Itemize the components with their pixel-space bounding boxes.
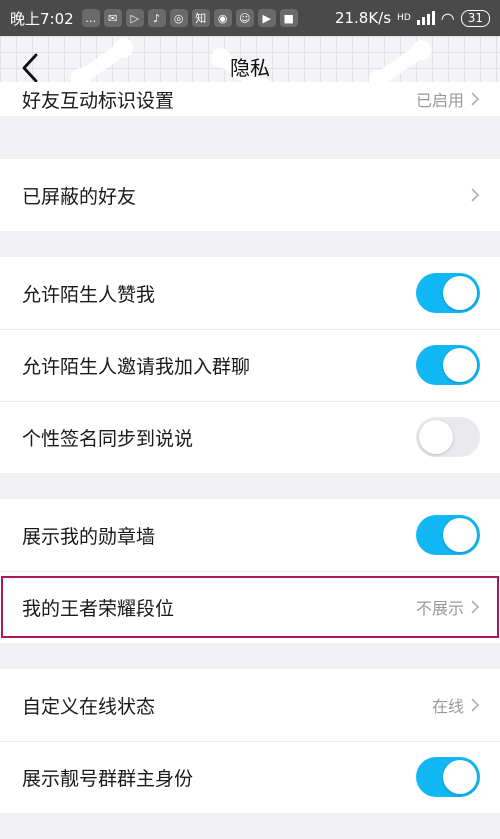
chevron-right-icon xyxy=(470,91,480,107)
chevron-right-icon xyxy=(470,187,480,203)
smile-icon: ☺ xyxy=(235,9,254,27)
toggle-knob xyxy=(443,760,477,794)
network-speed: 21.8K/s xyxy=(334,9,392,27)
notification-icons: … ✉ ▷ ♪ ◎ 知 ◉ ☺ ▶ ■ xyxy=(81,9,298,27)
setting-label: 好友互动标识设置 xyxy=(22,89,175,112)
setting-row-blocked-friends[interactable]: 已屏蔽的好友 xyxy=(0,159,500,231)
toggle-switch[interactable] xyxy=(416,515,480,555)
settings-group: 自定义在线状态 在线 展示靓号群群主身份 xyxy=(0,669,500,813)
settings-group: 已屏蔽的好友 xyxy=(0,159,500,231)
setting-row-medal-wall: 展示我的勋章墙 xyxy=(0,499,500,571)
setting-row-stranger-likes: 允许陌生人赞我 xyxy=(0,257,500,329)
chevron-right-icon xyxy=(470,697,480,713)
setting-label: 自定义在线状态 xyxy=(22,695,156,718)
setting-label: 我的王者荣耀段位 xyxy=(22,597,175,620)
toggle-knob xyxy=(443,518,477,552)
setting-value: 不展示 xyxy=(415,599,464,618)
zhihu-icon: 知 xyxy=(191,9,210,27)
camera-icon: ◉ xyxy=(213,9,232,27)
setting-label: 展示靓号群群主身份 xyxy=(22,767,194,790)
settings-group: 允许陌生人赞我 允许陌生人邀请我加入群聊 个性签名同步到说说 xyxy=(0,257,500,473)
settings-group: 好友互动标识设置 已启用 xyxy=(0,82,500,116)
toggle-switch[interactable] xyxy=(416,345,480,385)
setting-label: 允许陌生人赞我 xyxy=(22,283,156,306)
setting-label: 允许陌生人邀请我加入群聊 xyxy=(22,355,251,378)
play-icon: ▷ xyxy=(125,9,144,27)
status-time: 晚上7:02 xyxy=(10,9,74,28)
setting-value: 在线 xyxy=(431,697,464,716)
setting-row-signature-sync: 个性签名同步到说说 xyxy=(0,401,500,473)
toggle-knob xyxy=(443,276,477,310)
wifi-icon: ◠ xyxy=(440,8,455,28)
settings-group: 展示我的勋章墙 我的王者荣耀段位 不展示 xyxy=(0,499,500,643)
gift-icon: ■ xyxy=(279,9,298,27)
mail-icon: ✉ xyxy=(103,9,122,27)
toggle-switch[interactable] xyxy=(416,273,480,313)
chevron-right-icon xyxy=(470,599,480,615)
setting-row-online-status[interactable]: 自定义在线状态 在线 xyxy=(0,669,500,741)
setting-label: 个性签名同步到说说 xyxy=(22,427,194,450)
weibo-icon: ◎ xyxy=(169,9,188,27)
toggle-knob xyxy=(419,420,453,454)
status-bar: 晚上7:02 … ✉ ▷ ♪ ◎ 知 ◉ ☺ ▶ ■ 21.8K/s HD ◠ … xyxy=(0,0,500,36)
tiktok-icon: ♪ xyxy=(147,9,166,27)
toggle-switch[interactable] xyxy=(416,417,480,457)
setting-row-honor-of-kings-rank[interactable]: 我的王者荣耀段位 不展示 xyxy=(0,571,500,643)
setting-row-vip-group-owner: 展示靓号群群主身份 xyxy=(0,741,500,813)
setting-label: 展示我的勋章墙 xyxy=(22,525,156,548)
chat-icon: … xyxy=(81,9,100,27)
video-icon: ▶ xyxy=(257,9,276,27)
setting-label: 已屏蔽的好友 xyxy=(22,185,137,208)
toggle-switch[interactable] xyxy=(416,757,480,797)
setting-row-interaction-badge[interactable]: 好友互动标识设置 已启用 xyxy=(0,82,500,116)
signal-label: HD xyxy=(397,13,411,23)
toggle-knob xyxy=(443,348,477,382)
battery-indicator: 31 xyxy=(460,9,490,27)
signal-icon xyxy=(416,11,435,25)
settings-list: 好友互动标识设置 已启用 已屏蔽的好友 允许陌生人赞我 允许陌生人邀请我加入群聊… xyxy=(0,82,500,839)
setting-row-stranger-group-invite: 允许陌生人邀请我加入群聊 xyxy=(0,329,500,401)
setting-value: 已启用 xyxy=(415,91,464,110)
